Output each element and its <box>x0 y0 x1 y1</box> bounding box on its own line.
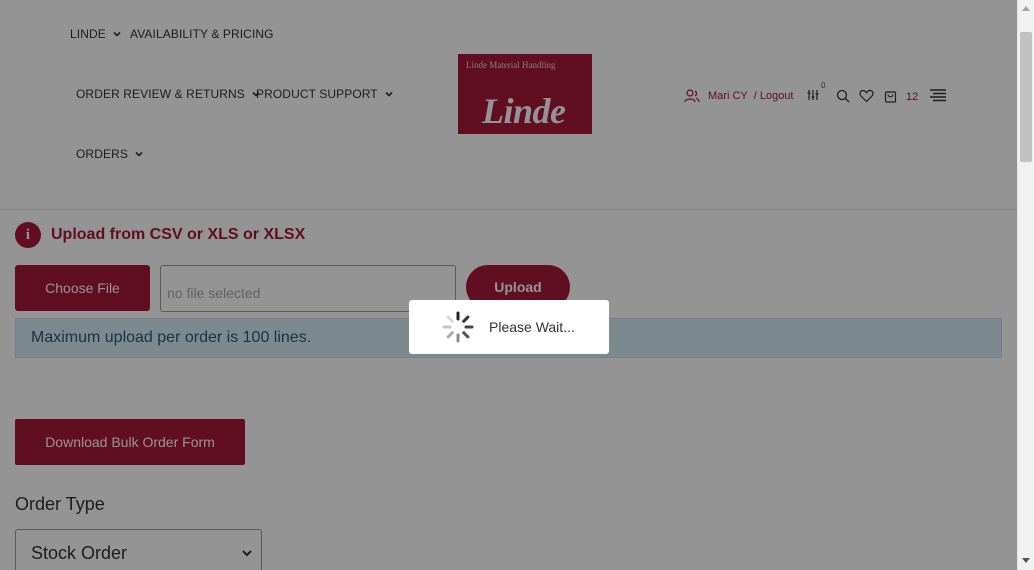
please-wait-dialog: Please Wait... <box>409 300 609 354</box>
spinner-icon <box>442 311 474 343</box>
please-wait-text: Please Wait... <box>489 319 575 335</box>
scroll-down-arrow-icon[interactable] <box>1022 558 1030 563</box>
loading-overlay: Please Wait... <box>0 0 1017 570</box>
scroll-up-arrow-icon[interactable] <box>1022 6 1030 11</box>
page-scrollbar[interactable] <box>1017 0 1034 570</box>
scrollbar-thumb[interactable] <box>1020 32 1032 162</box>
